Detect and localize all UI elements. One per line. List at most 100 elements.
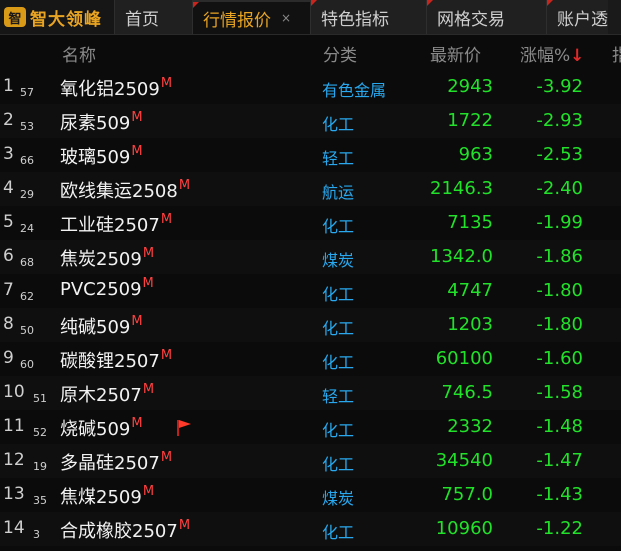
- instrument-category: 化工: [322, 421, 355, 440]
- column-header-overflow[interactable]: 指: [612, 41, 621, 66]
- instrument-category: 煤炭: [322, 489, 355, 508]
- latest-price: 7135: [447, 212, 493, 233]
- row-sub-index: 66: [20, 154, 34, 167]
- instrument-name[interactable]: 烧碱509M: [60, 415, 143, 441]
- row-sub-index: 3: [33, 528, 40, 541]
- instrument-name-text: 尿素509: [60, 113, 131, 134]
- row-index: 12: [3, 450, 25, 470]
- table-row[interactable]: 7 62 PVC2509M 化工 4747 -1.80: [0, 274, 621, 308]
- table-row[interactable]: 12 19 多晶硅2507M 化工 34540 -1.47: [0, 444, 621, 478]
- main-contract-badge: M: [131, 144, 143, 159]
- tab-featured-indicators[interactable]: 特色指标: [310, 0, 426, 34]
- app-logo[interactable]: 智 智大领峰: [0, 0, 114, 34]
- instrument-name-text: 工业硅2507: [60, 215, 160, 236]
- instrument-category: 有色金属: [322, 81, 387, 100]
- main-contract-badge: M: [131, 110, 143, 125]
- row-index: 2: [3, 110, 14, 130]
- instrument-category: 化工: [322, 115, 355, 134]
- instrument-name[interactable]: 合成橡胶2507M: [60, 517, 190, 543]
- tab-home[interactable]: 首页: [114, 0, 192, 34]
- instrument-name[interactable]: 尿素509M: [60, 109, 143, 135]
- table-row[interactable]: 2 53 尿素509M 化工 1722 -2.93: [0, 104, 621, 138]
- row-sub-index: 51: [33, 392, 47, 405]
- instrument-name[interactable]: 欧线集运2508M: [60, 177, 190, 203]
- instrument-name[interactable]: 氧化铝2509M: [60, 75, 172, 101]
- instrument-name-text: 多晶硅2507: [60, 453, 160, 474]
- change-percent: -1.22: [536, 518, 583, 539]
- instrument-name[interactable]: 碳酸锂2507M: [60, 347, 172, 373]
- row-index: 14: [3, 518, 25, 538]
- instrument-name[interactable]: 焦炭2509M: [60, 245, 154, 271]
- tab-account-view[interactable]: 账户透视: [546, 0, 608, 34]
- instrument-category: 煤炭: [322, 251, 355, 270]
- tab-market-quotes[interactable]: 行情报价 ×: [192, 0, 310, 34]
- tab-label: 网格交易: [437, 9, 505, 30]
- table-row[interactable]: 6 68 焦炭2509M 煤炭 1342.0 -1.86: [0, 240, 621, 274]
- instrument-category: 轻工: [322, 387, 355, 406]
- change-percent: -1.60: [536, 348, 583, 369]
- main-contract-badge: M: [160, 76, 173, 91]
- main-contract-badge: M: [160, 348, 173, 363]
- row-sub-index: 29: [20, 188, 34, 201]
- table-row[interactable]: 9 60 碳酸锂2507M 化工 60100 -1.60: [0, 342, 621, 376]
- table-row[interactable]: 13 35 焦煤2509M 煤炭 757.0 -1.43: [0, 478, 621, 512]
- logo-icon: 智: [4, 7, 26, 27]
- instrument-name[interactable]: 纯碱509M: [60, 313, 143, 339]
- instrument-name[interactable]: 工业硅2507M: [60, 211, 172, 237]
- tab-corner-mark: [427, 0, 433, 6]
- close-icon[interactable]: ×: [281, 11, 291, 25]
- row-sub-index: 24: [20, 222, 34, 235]
- column-header-price[interactable]: 最新价: [430, 41, 481, 66]
- instrument-category: 化工: [322, 353, 355, 372]
- instrument-name[interactable]: PVC2509M: [60, 276, 154, 300]
- column-header-change[interactable]: 涨幅%↓: [520, 41, 584, 66]
- change-percent: -1.99: [536, 212, 583, 233]
- instrument-name[interactable]: 多晶硅2507M: [60, 449, 172, 475]
- change-percent: -2.40: [536, 178, 583, 199]
- table-row[interactable]: 8 50 纯碱509M 化工 1203 -1.80: [0, 308, 621, 342]
- instrument-category: 航运: [322, 183, 355, 202]
- table-row[interactable]: 1 57 氧化铝2509M 有色金属 2943 -3.92: [0, 70, 621, 104]
- change-percent: -2.93: [536, 110, 583, 131]
- table-row[interactable]: 5 24 工业硅2507M 化工 7135 -1.99: [0, 206, 621, 240]
- row-index: 10: [3, 382, 25, 402]
- table-row[interactable]: 4 29 欧线集运2508M 航运 2146.3 -2.40: [0, 172, 621, 206]
- instrument-category: 化工: [322, 217, 355, 236]
- change-percent: -1.80: [536, 280, 583, 301]
- tab-label: 首页: [125, 9, 159, 30]
- instrument-name[interactable]: 原木2507M: [60, 381, 154, 407]
- tab-label: 账户透视: [557, 9, 608, 30]
- row-index: 13: [3, 484, 25, 504]
- row-sub-index: 19: [33, 460, 47, 473]
- table-header: 名称 分类 最新价 涨幅%↓ 指: [0, 35, 621, 67]
- instrument-category: 化工: [322, 523, 355, 542]
- change-percent: -1.86: [536, 246, 583, 267]
- app-name: 智大领峰: [30, 9, 102, 30]
- table-row[interactable]: 14 3 合成橡胶2507M 化工 10960 -1.22: [0, 512, 621, 546]
- table-row[interactable]: 3 66 玻璃509M 轻工 963 -2.53: [0, 138, 621, 172]
- column-header-category[interactable]: 分类: [323, 41, 357, 66]
- sort-down-icon: ↓: [570, 46, 585, 66]
- column-header-name[interactable]: 名称: [62, 41, 96, 66]
- row-index: 11: [3, 416, 25, 436]
- table-row[interactable]: 10 51 原木2507M 轻工 746.5 -1.58: [0, 376, 621, 410]
- instrument-name-text: 烧碱509: [60, 419, 131, 440]
- latest-price: 34540: [435, 450, 493, 471]
- latest-price: 963: [458, 144, 493, 165]
- tab-corner-mark: [547, 0, 553, 6]
- table-row[interactable]: 11 52 烧碱509M 化工 2332 -1.48: [0, 410, 621, 444]
- row-index: 3: [3, 144, 14, 164]
- main-contract-badge: M: [178, 178, 191, 193]
- tab-corner-mark: [311, 0, 317, 6]
- row-sub-index: 62: [20, 290, 34, 303]
- instrument-name[interactable]: 焦煤2509M: [60, 483, 154, 509]
- main-contract-badge: M: [178, 518, 191, 533]
- instrument-name[interactable]: 玻璃509M: [60, 143, 143, 169]
- flag-icon[interactable]: [176, 419, 192, 437]
- row-index: 8: [3, 314, 14, 334]
- tab-grid-trading[interactable]: 网格交易: [426, 0, 546, 34]
- column-header-label: 涨幅%: [520, 46, 571, 66]
- latest-price: 1203: [447, 314, 493, 335]
- instrument-name-text: 碳酸锂2507: [60, 351, 160, 372]
- instrument-name-text: 欧线集运2508: [60, 181, 178, 202]
